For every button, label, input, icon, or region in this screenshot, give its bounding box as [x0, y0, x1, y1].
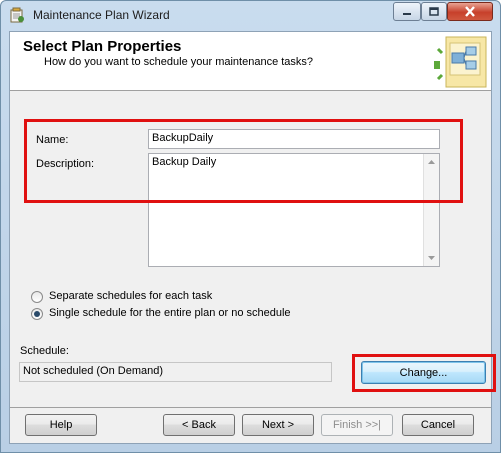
help-button[interactable]: Help [25, 414, 97, 436]
window-title: Maintenance Plan Wizard [33, 8, 170, 22]
scroll-down-icon [428, 256, 435, 260]
finish-button[interactable]: Finish >>| [321, 414, 393, 436]
schedule-value-field: Not scheduled (On Demand) [19, 362, 332, 382]
next-button[interactable]: Next > [242, 414, 314, 436]
page-title: Select Plan Properties [23, 38, 182, 55]
title-bar[interactable]: Maintenance Plan Wizard [1, 1, 500, 31]
schedule-label: Schedule: [20, 345, 69, 357]
close-button[interactable] [447, 2, 493, 21]
wizard-window: Maintenance Plan Wizard Select Plan Prop… [0, 0, 501, 453]
wizard-header: Select Plan Properties How do you want t… [10, 32, 491, 91]
change-schedule-button[interactable]: Change... [361, 361, 486, 384]
close-icon [465, 6, 475, 17]
single-schedule-label[interactable]: Single schedule for the entire plan or n… [49, 307, 291, 319]
form-highlight-box [24, 119, 463, 203]
page-subtitle: How do you want to schedule your mainten… [44, 56, 314, 68]
maintenance-plan-app-icon [10, 7, 24, 23]
minimize-icon [403, 12, 411, 15]
separate-schedules-label[interactable]: Separate schedules for each task [49, 290, 212, 302]
maximize-icon [429, 7, 439, 16]
back-button[interactable]: < Back [163, 414, 235, 436]
wizard-schedule-graphic-icon [434, 36, 487, 88]
cancel-button[interactable]: Cancel [402, 414, 474, 436]
maximize-button[interactable] [421, 2, 447, 21]
wizard-client-area: Select Plan Properties How do you want t… [9, 31, 496, 444]
minimize-button[interactable] [393, 2, 421, 21]
single-schedule-radio[interactable] [31, 308, 43, 320]
footer-divider [10, 407, 491, 408]
separate-schedules-radio[interactable] [31, 291, 43, 303]
